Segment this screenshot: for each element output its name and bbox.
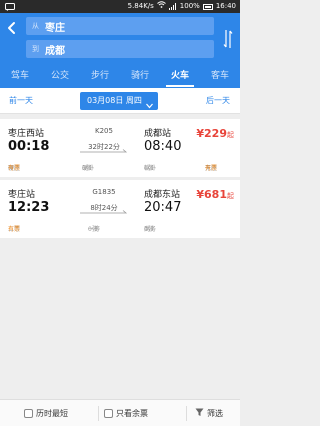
previous-day-button[interactable]: 前一天 (9, 95, 33, 106)
departure-time: 12:23 (8, 200, 50, 215)
seat-availability: 硬座 有票 硬卧 0张 软卧 0张 无座 有票 (8, 165, 218, 172)
shortest-label: 历时最短 (36, 409, 68, 418)
checkbox-icon[interactable] (24, 409, 33, 418)
price-value: ¥681 (196, 188, 227, 201)
to-field[interactable]: 到 成都 (26, 40, 214, 58)
back-arrow-icon[interactable] (5, 20, 19, 36)
train-number: G1835 (92, 188, 116, 196)
tab-bike[interactable]: 骑行 (120, 65, 160, 88)
remaining-label: 只看余票 (116, 409, 148, 418)
price-suffix: 起 (227, 131, 234, 139)
battery-percent: 100% (179, 2, 200, 10)
filter-label: 筛选 (207, 409, 223, 418)
tab-coach[interactable]: 客车 (200, 65, 240, 88)
arrival-station: 成都站 (144, 129, 172, 139)
bottom-filter-bar: 历时最短 只看余票 筛选 (0, 399, 240, 426)
route-header: 从 枣庄 到 成都 驾车 公交 步行 骑行 火车 客车 (0, 13, 240, 88)
signal-icon (168, 3, 177, 10)
train-card[interactable]: 枣庄西站 00:18 K205 32时22分 成都站 08:40 ¥229起 硬… (0, 119, 240, 177)
from-prefix: 从 (32, 22, 39, 30)
to-city: 成都 (45, 46, 65, 57)
clock: 16:40 (215, 2, 236, 10)
price: ¥229起 (196, 127, 234, 140)
date-label: 03月08日 周四 (87, 96, 142, 105)
tab-walk[interactable]: 步行 (80, 65, 120, 88)
date-bar: 前一天 03月08日 周四 后一天 (0, 88, 240, 114)
date-picker[interactable]: 03月08日 周四 (80, 92, 158, 110)
battery-icon (202, 3, 213, 10)
to-prefix: 到 (32, 45, 39, 53)
price: ¥681起 (196, 188, 234, 201)
train-card[interactable]: 枣庄站 12:23 G1835 8时24分 成都东站 20:47 ¥681起 二… (0, 180, 240, 238)
departure-station: 枣庄西站 (8, 129, 45, 139)
tab-car[interactable]: 驾车 (0, 65, 40, 88)
train-number: K205 (95, 127, 113, 135)
chat-notification-icon (5, 0, 23, 13)
status-bar: 5.84K/s 100% 16:40 (0, 0, 240, 13)
seat-availability: 二等 有票 一等 0张 商务 0张 (8, 226, 157, 233)
wifi-icon (156, 0, 166, 13)
departure-time: 00:18 (8, 139, 50, 154)
divider (186, 406, 187, 421)
duration: 32时22分 (88, 143, 120, 151)
arrival-time: 20:47 (144, 200, 182, 215)
filter-button[interactable]: 筛选 (195, 408, 223, 419)
arrival-time: 08:40 (144, 139, 182, 154)
swap-icon[interactable] (223, 28, 233, 50)
next-day-button[interactable]: 后一天 (206, 95, 230, 106)
remaining-tickets-toggle[interactable]: 只看余票 (104, 408, 148, 419)
duration: 8时24分 (90, 204, 118, 212)
transport-tabs: 驾车 公交 步行 骑行 火车 客车 (0, 65, 240, 88)
chevron-down-icon (146, 98, 153, 109)
funnel-icon (195, 408, 204, 419)
tab-train[interactable]: 火车 (160, 65, 200, 88)
network-speed: 5.84K/s (127, 2, 154, 10)
price-value: ¥229 (196, 127, 227, 140)
tab-bus[interactable]: 公交 (40, 65, 80, 88)
divider (98, 406, 99, 421)
arrival-station: 成都东站 (144, 190, 181, 200)
checkbox-icon[interactable] (104, 409, 113, 418)
from-field[interactable]: 从 枣庄 (26, 17, 214, 35)
price-suffix: 起 (227, 192, 234, 200)
departure-station: 枣庄站 (8, 190, 36, 200)
shortest-duration-toggle[interactable]: 历时最短 (24, 408, 68, 419)
from-city: 枣庄 (45, 23, 65, 34)
